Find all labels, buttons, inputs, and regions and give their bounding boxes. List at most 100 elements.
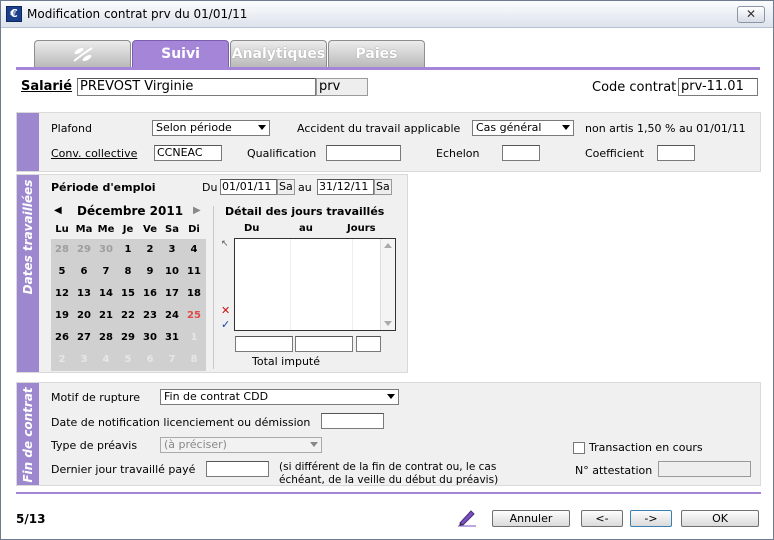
calendar-day[interactable]: 28 <box>95 327 117 349</box>
page-counter: 5/13 <box>16 512 46 526</box>
dates-sidebar: Dates travaillées <box>17 175 39 372</box>
list-scrollbar[interactable] <box>380 239 395 330</box>
calendar-day[interactable]: 31 <box>161 327 183 349</box>
echelon-label: Echelon <box>436 147 480 160</box>
calendar-day[interactable]: 11 <box>183 261 205 283</box>
calendar-day[interactable]: 16 <box>139 283 161 305</box>
calendar-day[interactable]: 4 <box>183 239 205 261</box>
motif-select[interactable]: Fin de contrat CDD <box>160 389 399 405</box>
calendar-day[interactable]: 9 <box>139 261 161 283</box>
previous-button[interactable]: <- <box>581 510 623 527</box>
qualification-field[interactable] <box>326 145 401 161</box>
calendar-day[interactable]: 5 <box>117 349 139 371</box>
app-icon: € <box>6 6 22 22</box>
accident-value: Cas général <box>476 121 542 134</box>
conv-collective-link[interactable]: Conv. collective <box>51 147 137 160</box>
calendar-day[interactable]: 13 <box>73 283 95 305</box>
calendar-day[interactable]: 18 <box>183 283 205 305</box>
preavis-select[interactable]: (à préciser) <box>160 437 322 453</box>
calendar-day[interactable]: 1 <box>183 327 205 349</box>
next-button[interactable]: -> <box>630 510 672 527</box>
calendar-day[interactable]: 7 <box>161 349 183 371</box>
calendar-day[interactable]: 26 <box>51 327 73 349</box>
calendar-day[interactable]: 22 <box>117 305 139 327</box>
calendar-day[interactable]: 25 <box>183 305 205 327</box>
delete-icon[interactable]: ✕ <box>221 304 230 317</box>
validate-icon[interactable]: ✓ <box>221 318 230 331</box>
tab-suivi-contrat[interactable]: Suivi contrat <box>132 40 229 89</box>
coefficient-field[interactable] <box>657 145 695 161</box>
calendar-day[interactable]: 8 <box>117 261 139 283</box>
calendar-day[interactable]: 15 <box>117 283 139 305</box>
pencil-icon[interactable] <box>456 507 478 530</box>
echelon-field[interactable] <box>502 145 540 161</box>
calendar-day[interactable]: 29 <box>73 239 95 261</box>
conv-collective-field[interactable]: CCNEAC <box>154 145 222 161</box>
non-artis-text: non artis 1,50 % au 01/01/11 <box>585 122 746 135</box>
col-jours-header: Jours <box>347 223 376 234</box>
calendar-day[interactable]: 29 <box>117 327 139 349</box>
calendar-day[interactable]: 20 <box>73 305 95 327</box>
accident-select[interactable]: Cas général <box>472 120 574 136</box>
plafond-select[interactable]: Selon période <box>152 120 270 136</box>
calendar-day[interactable]: 2 <box>139 239 161 261</box>
calendar-day[interactable]: 30 <box>139 327 161 349</box>
tab-paies[interactable]: Paies <box>328 40 425 67</box>
annuler-button[interactable]: Annuler <box>492 510 570 527</box>
calendar-day[interactable]: 23 <box>139 305 161 327</box>
notification-date-field[interactable] <box>321 413 384 429</box>
coefficient-label: Coefficient <box>585 147 644 160</box>
calendar-day[interactable]: 27 <box>73 327 95 349</box>
du-label: Du <box>202 181 218 194</box>
calendar-day[interactable]: 21 <box>95 305 117 327</box>
fin-contrat-sidebar-label: Fin de contrat <box>21 387 35 483</box>
col-du <box>235 239 291 330</box>
calendar-grid: 28 29 30 1 2 3 4 5 6 7 8 9 10 11 12 13 14 15 16 17 18 19 20 21 2… <box>51 239 206 371</box>
calendar-day[interactable]: 10 <box>161 261 183 283</box>
calendar-day[interactable]: 24 <box>161 305 183 327</box>
dernier-jour-note-1: (si différent de la fin de contrat ou, l… <box>279 461 497 473</box>
salarie-name-field[interactable]: PREVOST Virginie <box>77 78 316 96</box>
contract-info-sidebar <box>17 113 39 171</box>
prev-month-icon[interactable]: ◀ <box>54 205 62 216</box>
calendar-day[interactable]: 2 <box>51 349 73 371</box>
window: € Modification contrat prv du 01/01/11 ✕… <box>0 0 774 540</box>
calendar-day[interactable]: 19 <box>51 305 73 327</box>
code-contrat-field[interactable]: prv-11.01 <box>678 78 758 96</box>
calendar-day[interactable]: 12 <box>51 283 73 305</box>
au-date-field[interactable]: 31/12/11 <box>317 179 374 195</box>
calendar-day[interactable]: 1 <box>117 239 139 261</box>
au-label: au <box>298 181 312 194</box>
salarie-link[interactable]: Salarié <box>21 79 72 94</box>
day-header: Lu <box>55 224 69 235</box>
dernier-jour-note-2: échéant, de la veille du début du préavi… <box>279 474 499 486</box>
ok-button[interactable]: OK <box>681 510 759 527</box>
calendar-day[interactable]: 5 <box>51 261 73 283</box>
next-month-icon[interactable]: ▶ <box>193 205 201 216</box>
calendar-day[interactable]: 28 <box>51 239 73 261</box>
calendar-day[interactable]: 7 <box>95 261 117 283</box>
transaction-checkbox[interactable] <box>573 442 585 454</box>
calendar-day[interactable]: 3 <box>73 349 95 371</box>
detail-list[interactable] <box>234 238 396 331</box>
calendar-day[interactable]: 4 <box>95 349 117 371</box>
calendar-day[interactable]: 17 <box>161 283 183 305</box>
dernier-jour-field[interactable] <box>206 461 269 477</box>
calendar-day[interactable]: 30 <box>95 239 117 261</box>
calendar-day[interactable]: 3 <box>161 239 183 261</box>
scroll-down-icon[interactable] <box>384 321 392 326</box>
tab-analytiques[interactable]: Analytiques <box>230 40 327 67</box>
dragonfly-icon <box>72 47 93 62</box>
calendar-day[interactable]: 8 <box>183 349 205 371</box>
calendar-day[interactable]: 14 <box>95 283 117 305</box>
scroll-up-icon[interactable] <box>384 243 392 248</box>
close-button[interactable]: ✕ <box>737 6 765 23</box>
bottom-accent-bar <box>16 492 761 494</box>
du-date-field[interactable]: 01/01/11 <box>220 179 277 195</box>
salarie-code-field: prv <box>316 78 368 96</box>
fin-contrat-sidebar: Fin de contrat <box>17 383 39 485</box>
calendar-day[interactable]: 6 <box>73 261 95 283</box>
calendar-day[interactable]: 6 <box>139 349 161 371</box>
tab-icon-dragonfly[interactable] <box>34 40 131 67</box>
total-au-field <box>295 336 353 352</box>
